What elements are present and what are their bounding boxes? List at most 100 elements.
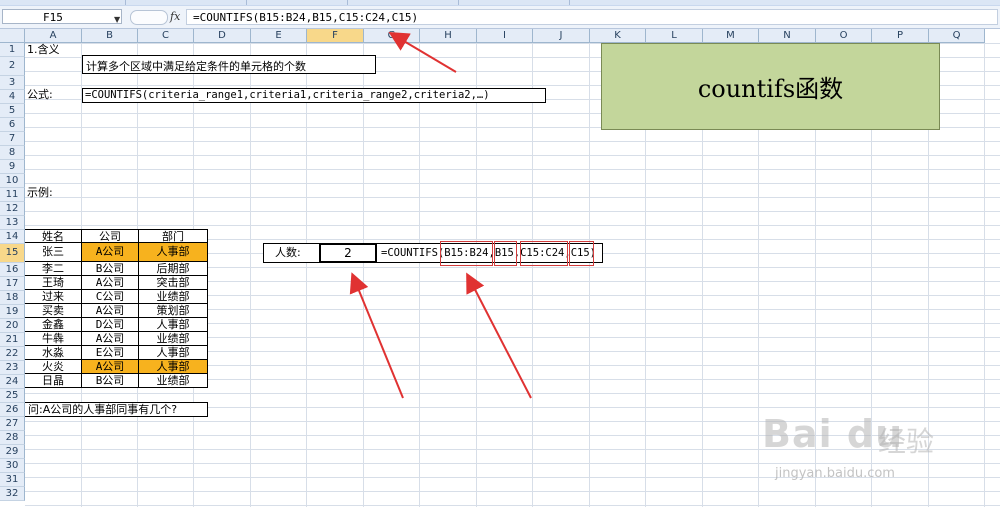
row-header-11[interactable]: 11 — [0, 188, 25, 202]
row-header-14[interactable]: 14 — [0, 230, 25, 244]
syntax-cell[interactable]: =COUNTIFS(criteria_range1,criteria1,crit… — [82, 88, 546, 103]
column-header-m[interactable]: M — [703, 29, 759, 43]
table-cell[interactable]: 后期部 — [139, 262, 208, 276]
table-cell[interactable]: A公司 — [82, 304, 139, 318]
row-header-17[interactable]: 17 — [0, 277, 25, 291]
row-header-9[interactable]: 9 — [0, 160, 25, 174]
column-header-n[interactable]: N — [759, 29, 816, 43]
row-header-20[interactable]: 20 — [0, 319, 25, 333]
table-cell[interactable]: 策划部 — [139, 304, 208, 318]
table-cell[interactable]: 业绩部 — [139, 290, 208, 304]
column-header-d[interactable]: D — [194, 29, 251, 43]
row-header-18[interactable]: 18 — [0, 291, 25, 305]
table-cell[interactable]: 买卖 — [25, 304, 82, 318]
row-header-6[interactable]: 6 — [0, 118, 25, 132]
row-header-27[interactable]: 27 — [0, 417, 25, 431]
table-cell[interactable]: 火炎 — [25, 360, 82, 374]
column-header-i[interactable]: I — [477, 29, 533, 43]
highlight-range2 — [520, 241, 568, 266]
table-cell[interactable]: A公司 — [82, 332, 139, 346]
grid-vline — [476, 43, 477, 507]
row-header-29[interactable]: 29 — [0, 445, 25, 459]
row-header-13[interactable]: 13 — [0, 216, 25, 230]
row-header-1[interactable]: 1 — [0, 43, 25, 57]
row-header-21[interactable]: 21 — [0, 333, 25, 347]
row-header-22[interactable]: 22 — [0, 347, 25, 361]
table-cell[interactable]: 突击部 — [139, 276, 208, 290]
row-header-16[interactable]: 16 — [0, 263, 25, 277]
row-header-10[interactable]: 10 — [0, 174, 25, 188]
table-cell[interactable]: 水淼 — [25, 346, 82, 360]
table-cell[interactable]: 人事部 — [139, 360, 208, 374]
table-cell[interactable]: B公司 — [82, 374, 139, 388]
result-value: 2 — [344, 246, 352, 260]
countifs-banner[interactable]: countifs函数 — [601, 43, 940, 130]
row-header-2[interactable]: 2 — [0, 57, 25, 76]
table-cell[interactable]: B公司 — [82, 262, 139, 276]
table-cell[interactable]: 业绩部 — [139, 374, 208, 388]
name-box[interactable]: F15 — [2, 9, 122, 24]
question-cell[interactable]: 问:A公司的人事部同事有几个? — [25, 402, 208, 417]
row-header-26[interactable]: 26 — [0, 403, 25, 417]
row-header-30[interactable]: 30 — [0, 459, 25, 473]
result-value-cell[interactable]: 2 — [319, 243, 377, 263]
row-header-28[interactable]: 28 — [0, 431, 25, 445]
column-header-a[interactable]: A — [25, 29, 82, 43]
select-all-corner[interactable] — [0, 29, 25, 43]
row-header-15[interactable]: 15 — [0, 244, 25, 263]
table-cell[interactable]: 人事部 — [139, 346, 208, 360]
column-header-p[interactable]: P — [872, 29, 929, 43]
row-header-3[interactable]: 3 — [0, 76, 25, 90]
column-header-b[interactable]: B — [82, 29, 138, 43]
table-cell[interactable]: 李二 — [25, 262, 82, 276]
table-cell[interactable]: 过来 — [25, 290, 82, 304]
meaning-cell[interactable]: 计算多个区域中满足给定条件的单元格的个数 — [82, 55, 376, 74]
watermark-url: jingyan.baidu.com — [775, 466, 895, 481]
table-cell[interactable]: A公司 — [82, 243, 139, 262]
row-header-25[interactable]: 25 — [0, 389, 25, 403]
row-header-7[interactable]: 7 — [0, 132, 25, 146]
formula-bar-buttons[interactable] — [130, 10, 168, 25]
table-cell[interactable]: D公司 — [82, 318, 139, 332]
column-header-j[interactable]: J — [533, 29, 590, 43]
table-cell[interactable]: 人事部 — [139, 318, 208, 332]
table-header-cell[interactable]: 部门 — [139, 229, 208, 243]
table-cell[interactable]: 人事部 — [139, 243, 208, 262]
column-header-c[interactable]: C — [138, 29, 194, 43]
table-header-cell[interactable]: 姓名 — [25, 229, 82, 243]
row-header-23[interactable]: 23 — [0, 361, 25, 375]
table-cell[interactable]: A公司 — [82, 276, 139, 290]
row-header-12[interactable]: 12 — [0, 202, 25, 216]
column-header-g[interactable]: G — [364, 29, 420, 43]
row-header-24[interactable]: 24 — [0, 375, 25, 389]
column-header-o[interactable]: O — [816, 29, 872, 43]
table-cell[interactable]: 日晶 — [25, 374, 82, 388]
table-cell[interactable]: 王琦 — [25, 276, 82, 290]
formula-input[interactable]: =COUNTIFS(B15:B24,B15,C15:C24,C15) — [186, 9, 998, 25]
table-header-cell[interactable]: 公司 — [82, 229, 139, 243]
table-cell[interactable]: C公司 — [82, 290, 139, 304]
column-header-l[interactable]: L — [646, 29, 703, 43]
row-header-8[interactable]: 8 — [0, 146, 25, 160]
result-label: 人数: — [275, 246, 301, 259]
row-header-4[interactable]: 4 — [0, 90, 25, 104]
table-cell[interactable]: 张三 — [25, 243, 82, 262]
name-box-dropdown-icon[interactable]: ▼ — [114, 15, 120, 24]
column-header-f[interactable]: F — [307, 29, 364, 43]
column-header-h[interactable]: H — [420, 29, 477, 43]
grid-vline — [306, 43, 307, 507]
column-header-k[interactable]: K — [590, 29, 646, 43]
column-header-e[interactable]: E — [251, 29, 307, 43]
insert-function-icon[interactable]: fx — [170, 10, 180, 23]
table-cell[interactable]: 业绩部 — [139, 332, 208, 346]
banner-text: countifs函数 — [697, 75, 844, 103]
table-cell[interactable]: 牛犇 — [25, 332, 82, 346]
table-cell[interactable]: A公司 — [82, 360, 139, 374]
table-cell[interactable]: E公司 — [82, 346, 139, 360]
row-header-5[interactable]: 5 — [0, 104, 25, 118]
table-cell[interactable]: 金鑫 — [25, 318, 82, 332]
row-header-32[interactable]: 32 — [0, 487, 25, 501]
column-header-q[interactable]: Q — [929, 29, 985, 43]
row-header-19[interactable]: 19 — [0, 305, 25, 319]
row-header-31[interactable]: 31 — [0, 473, 25, 487]
